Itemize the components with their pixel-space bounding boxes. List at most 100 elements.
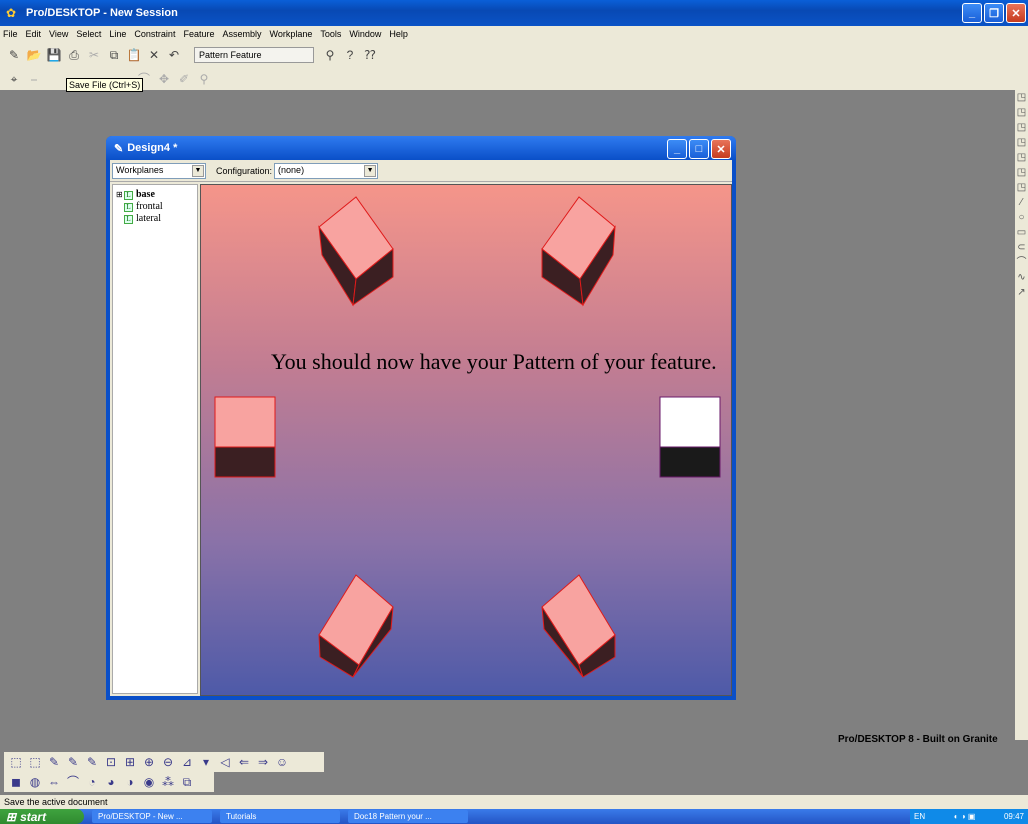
arc-icon[interactable]: ⌒ <box>1015 255 1028 270</box>
rectangle-icon[interactable]: ▭ <box>1015 225 1028 240</box>
chamfer-icon[interactable]: ◕ <box>103 774 119 790</box>
shell-icon[interactable]: ◑ <box>122 774 138 790</box>
sweep-icon[interactable]: ⇔ <box>46 774 62 790</box>
dropdown-icon[interactable]: ▾ <box>198 754 214 770</box>
menu-file[interactable]: File <box>3 29 18 39</box>
pencil-icon[interactable]: ✎ <box>84 754 100 770</box>
task-doc18[interactable]: Doc18 Pattern your ... <box>348 810 468 823</box>
workplanes-dropdown[interactable]: Workplanes ▼ <box>112 162 206 179</box>
minimize-button[interactable]: _ <box>962 3 982 23</box>
cube-bottom-right[interactable] <box>541 574 616 678</box>
tree-item-base[interactable]: ⊞ L base <box>116 189 194 201</box>
sketch-icon[interactable]: ⊿ <box>179 754 195 770</box>
help-icon[interactable]: ? <box>342 47 358 63</box>
chevron-down-icon[interactable]: ▼ <box>364 164 377 177</box>
workplane-icon[interactable]: ◳ <box>1015 135 1028 150</box>
line-tool-icon[interactable]: ⎯ <box>26 71 42 87</box>
close-button[interactable]: ✕ <box>1006 3 1026 23</box>
cube-top-left[interactable] <box>318 196 394 307</box>
fillet-icon[interactable]: ◔ <box>84 774 100 790</box>
edit-tool-icon[interactable]: ✐ <box>176 71 192 87</box>
task-tutorials[interactable]: Tutorials <box>220 810 340 823</box>
mirror-icon[interactable]: ⧉ <box>179 774 195 790</box>
context-help-icon[interactable]: ⁇ <box>362 47 378 63</box>
zoom-in-icon[interactable]: ⊕ <box>141 754 157 770</box>
zoom-fit-icon[interactable]: ⊡ <box>103 754 119 770</box>
spline-icon[interactable]: ∿ <box>1015 270 1028 285</box>
menu-window[interactable]: Window <box>349 29 381 39</box>
menu-help[interactable]: Help <box>389 29 408 39</box>
print-icon[interactable]: ⎙ <box>66 47 82 63</box>
chevron-down-icon[interactable]: ▼ <box>192 164 204 177</box>
workplane-icon[interactable]: ◳ <box>1015 105 1028 120</box>
hole-icon[interactable]: ◉ <box>141 774 157 790</box>
pin-icon[interactable]: ⚲ <box>322 47 338 63</box>
circle-icon[interactable]: ○ <box>1015 210 1028 225</box>
expand-icon[interactable]: ⊞ <box>116 189 124 201</box>
view-cube-icon[interactable]: ⬚ <box>8 754 24 770</box>
workplane-icon[interactable]: ◳ <box>1015 180 1028 195</box>
line-icon[interactable]: ⁄ <box>1015 195 1028 210</box>
dimension-icon[interactable]: ↗ <box>1015 285 1028 300</box>
workplane-icon[interactable]: ◳ <box>1015 150 1028 165</box>
view-cube-icon[interactable]: ⬚ <box>27 754 43 770</box>
delete-icon[interactable]: ✕ <box>146 47 162 63</box>
pencil-icon[interactable]: ✎ <box>46 754 62 770</box>
back-icon[interactable]: ◁ <box>217 754 233 770</box>
extrude-icon[interactable]: ◼ <box>8 774 24 790</box>
paste-icon[interactable]: 📋 <box>126 47 142 63</box>
secondary-toolbar: ⌖ ⎯ ⌒ ✥ ✐ ⚲ <box>0 68 1028 90</box>
3d-viewport[interactable]: You should now have your Pattern of your… <box>200 184 732 696</box>
menu-tools[interactable]: Tools <box>320 29 341 39</box>
minimize-button[interactable]: _ <box>667 139 687 159</box>
last-command-field[interactable]: Pattern Feature <box>194 47 314 63</box>
pencil-icon[interactable]: ✎ <box>65 754 81 770</box>
menu-line[interactable]: Line <box>109 29 126 39</box>
zoom-tool-icon[interactable]: ⚲ <box>196 71 212 87</box>
tree-item-frontal[interactable]: L frontal <box>116 201 194 213</box>
cube-left[interactable] <box>214 396 276 478</box>
loft-icon[interactable]: ⌒ <box>65 774 81 790</box>
menu-edit[interactable]: Edit <box>26 29 42 39</box>
configuration-dropdown[interactable]: (none) ▼ <box>274 162 379 179</box>
revolve-icon[interactable]: ◍ <box>27 774 43 790</box>
save-icon[interactable]: 💾 <box>46 47 62 63</box>
taskbar: ⊞ start Pro/DESKTOP - New ... Tutorials … <box>0 809 1028 824</box>
cube-top-right[interactable] <box>541 196 616 307</box>
menu-view[interactable]: View <box>49 29 68 39</box>
tree-item-lateral[interactable]: L lateral <box>116 213 194 225</box>
menu-feature[interactable]: Feature <box>183 29 214 39</box>
copy-icon[interactable]: ⧉ <box>106 47 122 63</box>
app-title-bar[interactable]: ✿ Pro/DESKTOP - New Session _ ❐ ✕ <box>0 0 1028 26</box>
ellipse-icon[interactable]: ⊂ <box>1015 240 1028 255</box>
design-window-title-bar[interactable]: ✎ Design4 * _ □ ✕ <box>106 136 736 160</box>
cube-right-selected[interactable] <box>659 396 721 478</box>
workplane-icon[interactable]: ◳ <box>1015 165 1028 180</box>
select-tool-icon[interactable]: ⌖ <box>6 71 22 87</box>
pattern-icon[interactable]: ⁂ <box>160 774 176 790</box>
workplane-icon[interactable]: ◳ <box>1015 120 1028 135</box>
cube-bottom-left[interactable] <box>318 574 394 678</box>
cut-icon[interactable]: ✂ <box>86 47 102 63</box>
menu-constraint[interactable]: Constraint <box>134 29 175 39</box>
smiley-icon[interactable]: ☺ <box>274 754 290 770</box>
task-prodesktop[interactable]: Pro/DESKTOP - New ... <box>92 810 212 823</box>
start-button[interactable]: ⊞ start <box>0 809 84 824</box>
zoom-window-icon[interactable]: ⊞ <box>122 754 138 770</box>
menu-select[interactable]: Select <box>76 29 101 39</box>
tray-icons[interactable]: ◐ ◑ ▣ <box>954 812 976 821</box>
move-tool-icon[interactable]: ✥ <box>156 71 172 87</box>
maximize-button[interactable]: □ <box>689 139 709 159</box>
design-icon[interactable]: ✎ <box>6 47 22 63</box>
workplane-icon[interactable]: ◳ <box>1015 90 1028 105</box>
close-button[interactable]: ✕ <box>711 139 731 159</box>
menu-assembly[interactable]: Assembly <box>222 29 261 39</box>
restore-button[interactable]: ❐ <box>984 3 1004 23</box>
undo-icon[interactable]: ↶ <box>166 47 182 63</box>
arrow-right-icon[interactable]: ⇒ <box>255 754 271 770</box>
language-indicator[interactable]: EN <box>914 812 925 821</box>
open-icon[interactable]: 📂 <box>26 47 42 63</box>
menu-workplane[interactable]: Workplane <box>270 29 313 39</box>
zoom-out-icon[interactable]: ⊖ <box>160 754 176 770</box>
arrow-left-icon[interactable]: ⇐ <box>236 754 252 770</box>
